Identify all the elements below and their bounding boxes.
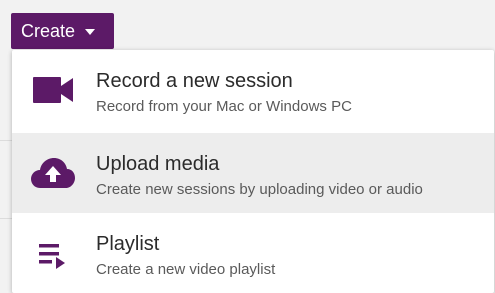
menu-item-title: Record a new session bbox=[96, 70, 293, 92]
menu-item-title: Upload media bbox=[96, 153, 220, 175]
cloud-upload-icon bbox=[30, 153, 76, 193]
menu-item-description: Create a new video playlist bbox=[96, 261, 276, 278]
caret-down-icon bbox=[85, 28, 96, 35]
menu-item-playlist[interactable]: Playlist Create a new video playlist bbox=[12, 213, 494, 293]
create-button[interactable]: Create bbox=[11, 13, 114, 49]
menu-item-title: Playlist bbox=[96, 233, 160, 255]
playlist-icon bbox=[30, 235, 76, 275]
create-button-label: Create bbox=[21, 20, 76, 41]
create-dropdown-menu: Record a new session Record from your Ma… bbox=[12, 50, 494, 293]
menu-item-description: Record from your Mac or Windows PC bbox=[96, 98, 352, 115]
background-divider bbox=[0, 140, 12, 141]
menu-item-upload-media[interactable]: Upload media Create new sessions by uplo… bbox=[12, 133, 494, 213]
background-divider bbox=[0, 218, 12, 219]
menu-item-record-session[interactable]: Record a new session Record from your Ma… bbox=[12, 50, 494, 130]
video-camera-icon bbox=[30, 70, 76, 110]
menu-item-description: Create new sessions by uploading video o… bbox=[96, 181, 423, 198]
